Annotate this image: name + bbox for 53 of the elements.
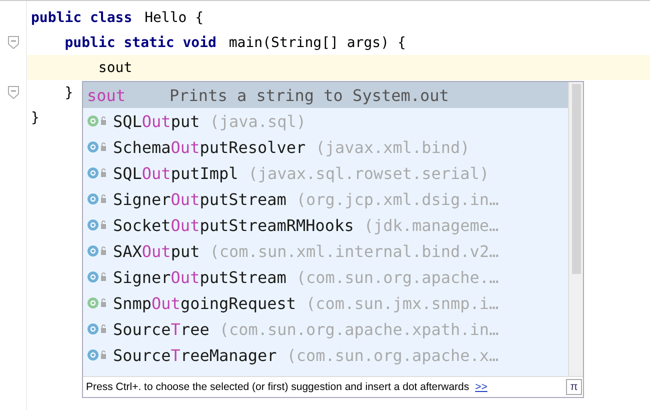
- suggestion-item[interactable]: SourceTree (com.sun.org.apache.xpath.in…: [83, 316, 568, 342]
- class-icon: [87, 193, 109, 205]
- suggestion-item[interactable]: SAXOutput (com.sun.xml.internal.bind.v2…: [83, 238, 568, 264]
- suggestion-name: SchemaOutputResolver: [113, 138, 306, 156]
- scrollbar[interactable]: [568, 82, 583, 376]
- suggestion-name: SourceTreeManager: [113, 346, 277, 364]
- suggestion-item[interactable]: SocketOutputStreamRMHooks (jdk.manageme…: [83, 212, 568, 238]
- suggestion-name: SQLOutputImpl: [113, 164, 238, 182]
- suggestion-detail: (jdk.manageme…: [364, 216, 499, 234]
- code-line: }: [0, 80, 74, 105]
- class-icon: [87, 245, 109, 257]
- suggestion-item[interactable]: SignerOutputStream (com.sun.org.apache.…: [83, 264, 568, 290]
- suggestion-detail: (org.jcp.xml.dsig.in…: [296, 190, 499, 208]
- class-icon: [87, 167, 109, 179]
- suggestion-name: SnmpOutgoingRequest: [113, 294, 296, 312]
- suggestion-detail: (com.sun.org.apache.…: [296, 268, 499, 286]
- suggestion-name: sout: [87, 86, 126, 104]
- interface-icon: [87, 297, 109, 309]
- suggestion-detail: Prints a string to System.out: [170, 86, 449, 104]
- suggestion-name: SourceTree: [113, 320, 210, 338]
- class-icon: [87, 349, 109, 361]
- suggestion-detail: (com.sun.org.apache.xpath.in…: [219, 320, 499, 338]
- suggestion-name: SignerOutputStream: [113, 190, 286, 208]
- suggestion-name: SignerOutputStream: [113, 268, 286, 286]
- code-line: }: [0, 105, 40, 130]
- suggestion-detail: (com.sun.xml.internal.bind.v2…: [210, 242, 499, 260]
- class-icon: [87, 271, 109, 283]
- suggestion-item[interactable]: SQLOutput (java.sql): [83, 108, 568, 134]
- hint-text: Press Ctrl+. to choose the selected (or first) suggestion and insert a dot afterwards: [86, 381, 470, 393]
- suggestion-item[interactable]: SignerOutputStream (org.jcp.xml.dsig.in…: [83, 186, 568, 212]
- fold-icon[interactable]: [8, 86, 18, 99]
- suggestion-name: SQLOutput: [113, 112, 200, 130]
- more-link[interactable]: >>: [475, 381, 488, 393]
- pi-button[interactable]: π: [566, 379, 582, 395]
- suggestion-item[interactable]: SourceTreeManager (com.sun.org.apache.x…: [83, 342, 568, 368]
- interface-icon: [87, 115, 109, 127]
- suggestion-item[interactable]: SnmpOutgoingRequest (com.sun.jmx.snmp.i…: [83, 290, 568, 316]
- suggestion-name: SAXOutput: [113, 242, 200, 260]
- code-line: public class Hello {: [0, 5, 204, 30]
- code-line: public static void main(String[] args) {: [0, 30, 406, 55]
- class-icon: [87, 323, 109, 335]
- class-icon: [87, 141, 109, 153]
- suggestion-item[interactable]: SQLOutputImpl (javax.sql.rowset.serial): [83, 160, 568, 186]
- suggestion-detail: (com.sun.org.apache.x…: [286, 346, 499, 364]
- suggestion-name: SocketOutputStreamRMHooks: [113, 216, 354, 234]
- suggestion-item[interactable]: SchemaOutputResolver (javax.xml.bind): [83, 134, 568, 160]
- suggestion-detail: (javax.sql.rowset.serial): [248, 164, 490, 182]
- suggestion-detail: (javax.xml.bind): [316, 138, 470, 156]
- fold-icon[interactable]: [8, 36, 18, 49]
- suggestion-detail: (java.sql): [210, 112, 306, 130]
- suggestion-detail: (com.sun.jmx.snmp.i…: [306, 294, 499, 312]
- suggestion-item[interactable]: sout Prints a string to System.out: [83, 82, 568, 108]
- class-icon: [87, 219, 109, 231]
